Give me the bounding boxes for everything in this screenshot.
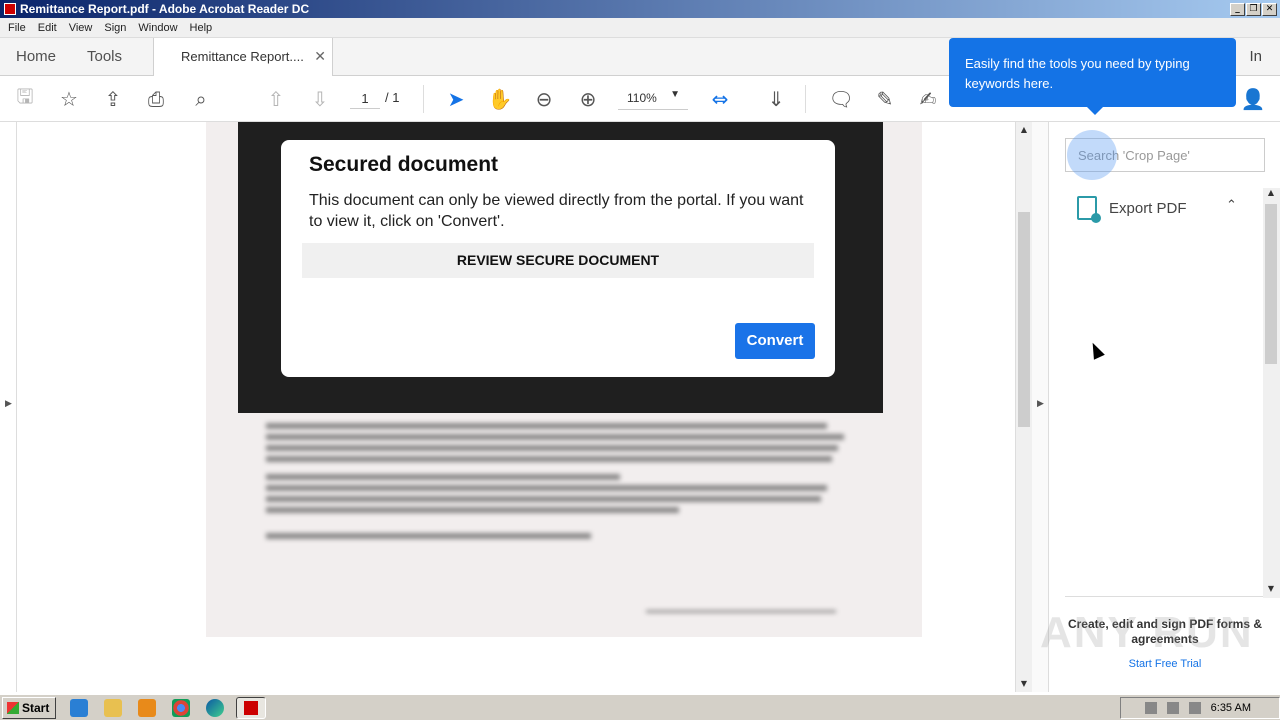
tools-pane-scrollbar[interactable]: ▲ ▼	[1263, 188, 1280, 598]
highlight-pen-icon[interactable]: ✎	[873, 87, 897, 111]
media-player-icon[interactable]	[138, 698, 156, 717]
save-icon[interactable]: 🖫	[13, 84, 37, 111]
scroll-up-icon[interactable]: ▲	[1016, 122, 1032, 138]
export-pdf-label: Export PDF	[1109, 199, 1187, 217]
chevron-up-icon[interactable]: ⌃	[1226, 198, 1237, 213]
scroll-down-icon[interactable]: ▼	[1263, 584, 1279, 598]
left-panel-toggle[interactable]: ▶	[0, 122, 17, 692]
blurred-document-content	[266, 418, 856, 637]
window-title: Remittance Report.pdf - Adobe Acrobat Re…	[20, 2, 310, 16]
previous-page-icon[interactable]: ⇧	[264, 87, 288, 111]
start-button[interactable]: Start	[2, 696, 56, 719]
export-pdf-icon	[1077, 196, 1101, 223]
hand-tool-icon[interactable]: ✋	[488, 87, 513, 111]
taskbar: Start 6:35 AM	[0, 694, 1280, 720]
flag-icon[interactable]	[1188, 702, 1201, 714]
search-highlight-pulse	[1067, 130, 1117, 180]
scrollbar-thumb[interactable]	[1018, 212, 1030, 427]
toolbar-separator	[423, 85, 424, 113]
menu-edit[interactable]: Edit	[32, 22, 63, 34]
volume-icon[interactable]	[1144, 702, 1157, 714]
zoom-dropdown[interactable]: 110% ▼	[618, 88, 688, 110]
share-user-icon[interactable]: 👤	[1241, 87, 1266, 111]
chrome-icon[interactable]	[172, 698, 190, 717]
tab-home[interactable]: Home	[16, 48, 56, 65]
windows-logo-icon	[7, 701, 19, 714]
ie-icon[interactable]	[70, 698, 88, 717]
right-panel-toggle[interactable]: ▶	[1032, 122, 1049, 692]
fit-page-icon[interactable]: ⇔	[708, 87, 732, 111]
review-secure-document-button[interactable]: REVIEW SECURE DOCUMENT	[302, 243, 814, 278]
close-tab-icon[interactable]: ✕	[314, 48, 326, 65]
window-title-bar: Remittance Report.pdf - Adobe Acrobat Re…	[0, 0, 1280, 18]
convert-button[interactable]: Convert	[735, 323, 815, 359]
acrobat-icon	[244, 700, 258, 715]
tab-document-label: Remittance Report....	[181, 49, 304, 64]
close-button[interactable]: ✕	[1262, 2, 1277, 16]
sign-in-link[interactable]: In	[1249, 48, 1262, 65]
menu-help[interactable]: Help	[184, 22, 219, 34]
page-number-input[interactable]: 1	[350, 89, 380, 109]
clock[interactable]: 6:35 AM	[1211, 702, 1251, 714]
chevron-down-icon: ▼	[670, 89, 680, 100]
document-scrollbar[interactable]: ▲ ▼	[1015, 122, 1032, 692]
tab-document[interactable]: Remittance Report.... ✕	[153, 38, 333, 76]
dialog-title: Secured document	[309, 153, 499, 176]
menu-view[interactable]: View	[63, 22, 99, 34]
print-icon[interactable]: ⎙	[144, 87, 168, 111]
menu-sign[interactable]: Sign	[98, 22, 132, 34]
menu-file[interactable]: File	[2, 22, 32, 34]
zoom-value: 110%	[627, 91, 657, 105]
scroll-up-icon[interactable]: ▲	[1263, 188, 1279, 202]
document-view: ▶ Secured document This document can onl…	[0, 122, 1032, 692]
toolbar-separator	[805, 85, 806, 113]
start-label: Start	[22, 700, 50, 715]
comment-icon[interactable]: 🗨	[828, 87, 853, 111]
divider	[1065, 596, 1263, 597]
explorer-folder-icon[interactable]	[104, 698, 122, 717]
zoom-out-icon[interactable]: ⊖	[532, 87, 556, 111]
network-icon[interactable]	[1166, 702, 1179, 714]
next-page-icon[interactable]: ⇩	[308, 87, 332, 111]
menu-bar: File Edit View Sign Window Help	[0, 18, 1280, 38]
page-total: / 1	[385, 90, 400, 105]
pdf-page: Secured document This document can only …	[206, 122, 922, 637]
minimize-button[interactable]: _	[1230, 2, 1245, 16]
system-tray: 6:35 AM	[1120, 697, 1280, 719]
export-pdf-item[interactable]: Export PDF	[1077, 196, 1187, 223]
scroll-mode-icon[interactable]: ⇓	[764, 87, 788, 111]
restore-button[interactable]: ❐	[1246, 2, 1261, 16]
secure-document-overlay: Secured document This document can only …	[238, 122, 883, 413]
expand-left-icon: ▶	[5, 399, 12, 409]
collapse-right-icon: ▶	[1037, 399, 1044, 409]
select-cursor-icon[interactable]: ➤	[444, 87, 468, 111]
search-tooltip: Easily find the tools you need by typing…	[949, 38, 1236, 115]
acrobat-taskbar-button[interactable]	[236, 696, 266, 719]
upload-cloud-icon[interactable]: ⇪	[101, 87, 125, 111]
zoom-in-icon[interactable]: ⊕	[576, 87, 600, 111]
menu-window[interactable]: Window	[132, 22, 183, 34]
scroll-down-icon[interactable]: ▼	[1016, 676, 1032, 692]
search-icon[interactable]: ⌕	[189, 87, 213, 111]
tab-tools[interactable]: Tools	[87, 48, 122, 65]
acrobat-icon	[4, 3, 16, 15]
tools-pane: Search 'Crop Page' Export PDF ⌃ ▲ ▼ Crea…	[1050, 122, 1280, 692]
secured-document-dialog: Secured document This document can only …	[281, 140, 835, 377]
scrollbar-thumb[interactable]	[1265, 204, 1277, 364]
dialog-message: This document can only be viewed directl…	[309, 192, 804, 230]
bookmark-star-icon[interactable]: ☆	[57, 87, 81, 111]
edge-icon[interactable]	[206, 698, 224, 717]
signature-icon[interactable]: ✍	[916, 87, 940, 111]
watermark: ANY RUN	[1040, 608, 1254, 657]
start-free-trial-link[interactable]: Start Free Trial	[1065, 658, 1265, 670]
